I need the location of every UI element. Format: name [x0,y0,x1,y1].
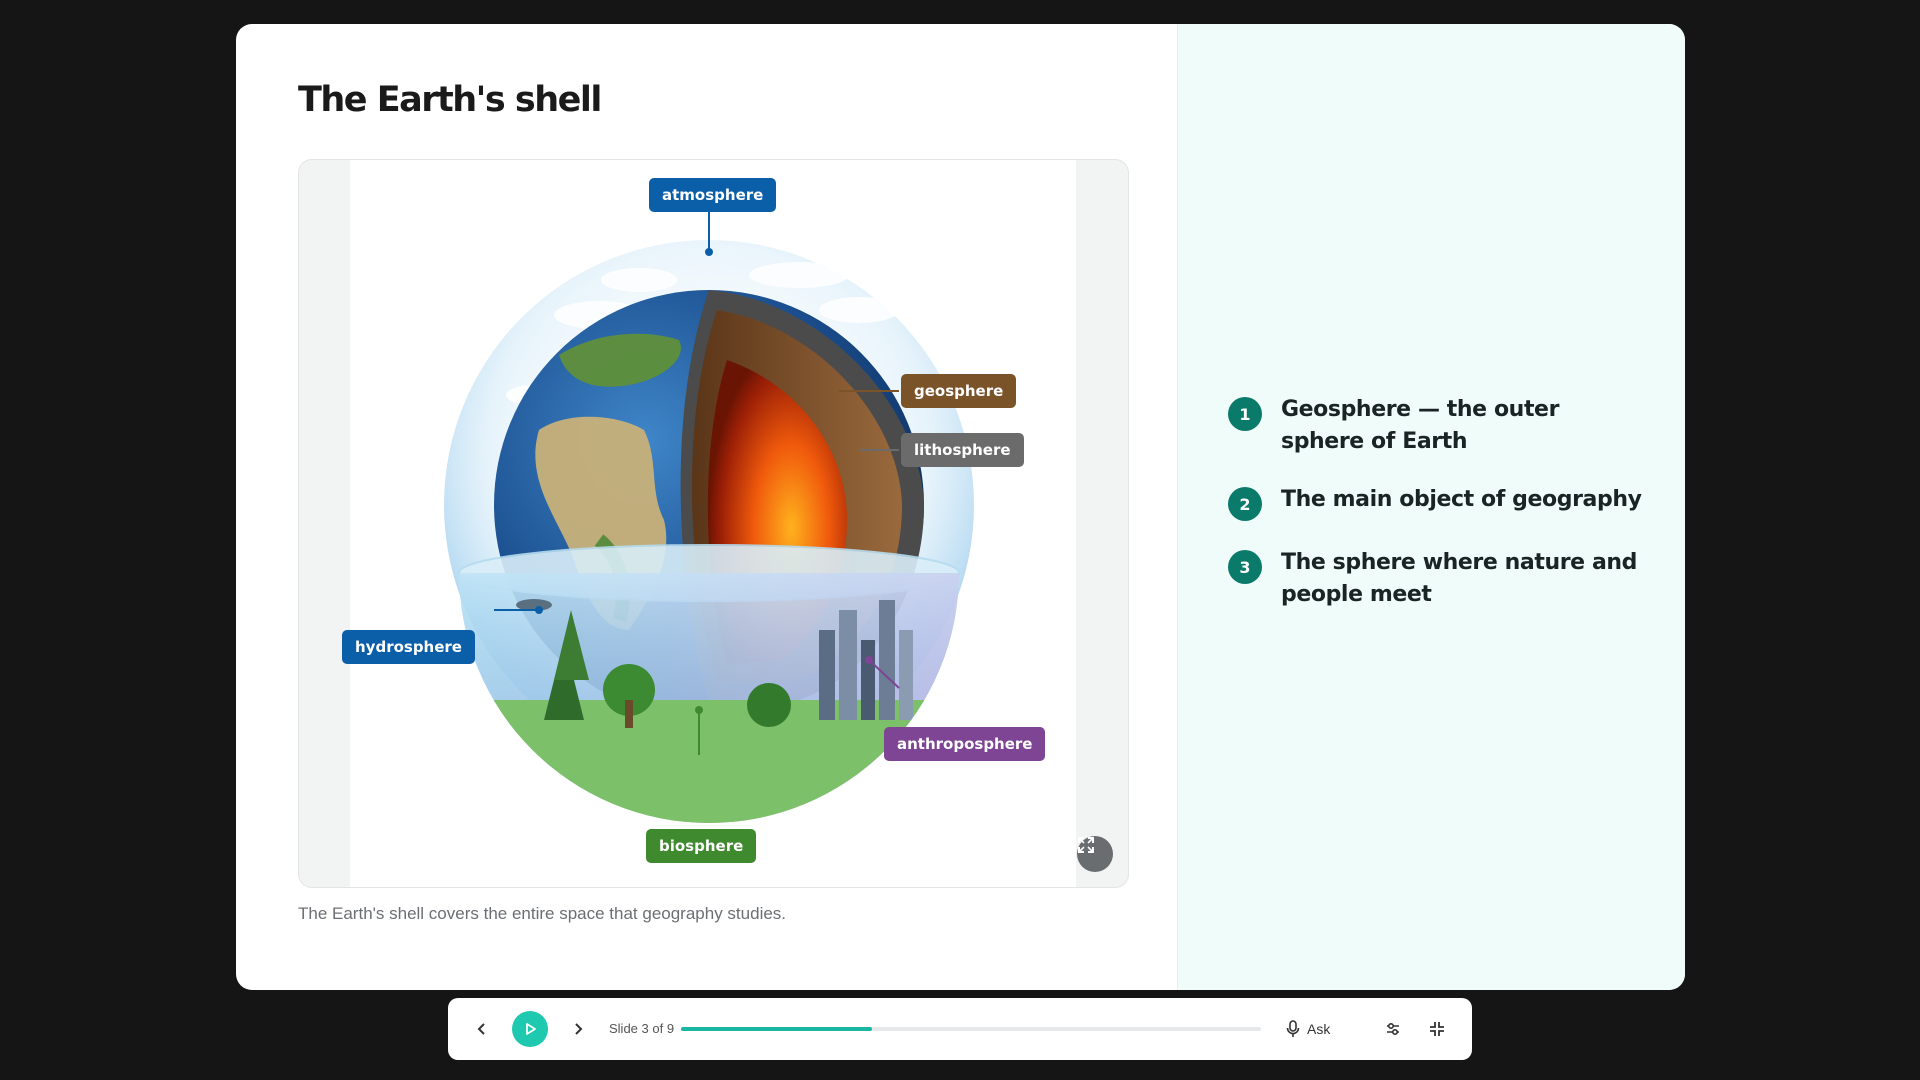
slide-progress-fill [681,1027,873,1031]
label-geosphere: geosphere [901,374,1017,408]
play-button[interactable] [512,1011,548,1047]
ask-button[interactable]: Ask [1286,998,1330,1060]
point-text: Geosphere — the outer sphere of Earth [1281,397,1560,454]
play-icon [526,1023,536,1035]
expand-icon [1078,837,1094,853]
label-atmosphere: atmosphere [649,178,777,212]
previous-slide-button[interactable] [470,1017,494,1041]
label-lithosphere: lithosphere [901,433,1024,467]
ask-label: Ask [1307,1021,1331,1037]
earth-illustration [444,212,974,823]
earth-shell-figure: atmosphere geosphere lithosphere hydrosp… [298,159,1129,888]
label-biosphere: biosphere [646,829,757,863]
figure-caption: The Earth's shell covers the entire spac… [298,904,787,923]
key-point-2: 2 The main object of geography [1228,484,1648,521]
point-text: The sphere where nature and people meet [1281,550,1638,607]
collapse-icon [1430,1022,1444,1036]
slide-indicator: Slide 3 of 9 [609,1021,675,1036]
presentation-controls: Slide 3 of 9 Ask [448,998,1472,1060]
point-number-badge: 2 [1228,487,1262,521]
point-text: The main object of geography [1281,487,1642,512]
key-points-panel: 1 Geosphere — the outer sphere of Earth … [1177,24,1685,990]
slide-progress-bar[interactable] [681,1027,1261,1031]
exit-fullscreen-button[interactable] [1425,1017,1449,1041]
point-number-badge: 1 [1228,397,1262,431]
slide-canvas: The Earth's shell atmosphere geosphere l… [236,24,1685,990]
expand-image-button[interactable] [1077,836,1113,872]
chevron-left-icon [477,1023,485,1035]
key-point-1: 1 Geosphere — the outer sphere of Earth [1228,394,1648,458]
sliders-icon [1387,1022,1399,1036]
next-slide-button[interactable] [566,1017,590,1041]
label-hydrosphere: hydrosphere [342,630,475,664]
key-point-3: 3 The sphere where nature and people mee… [1228,547,1648,611]
chevron-right-icon [575,1023,583,1035]
microphone-icon [1286,1020,1300,1037]
slide-title: The Earth's shell [298,80,602,120]
point-number-badge: 3 [1228,550,1262,584]
slide-content-panel: The Earth's shell atmosphere geosphere l… [236,24,1177,990]
settings-button[interactable] [1381,1017,1405,1041]
key-points-list: 1 Geosphere — the outer sphere of Earth … [1228,394,1648,637]
label-anthroposphere: anthroposphere [884,727,1046,761]
